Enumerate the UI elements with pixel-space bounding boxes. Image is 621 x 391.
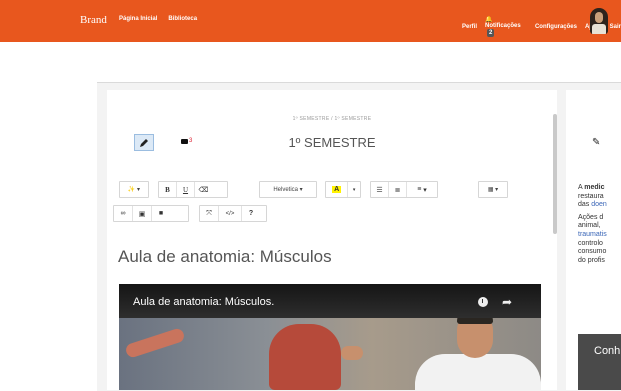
color-group: A ▾ — [325, 181, 361, 198]
preview-text-line: restaura — [578, 192, 604, 200]
share-icon[interactable]: ➦ — [502, 295, 512, 309]
thumbnail-hand — [341, 346, 363, 360]
preview-text-line: do profis — [578, 256, 605, 264]
color-dropdown-button[interactable]: ▾ — [348, 182, 360, 197]
code-icon: </> — [225, 210, 235, 217]
video-player[interactable]: Aula de anatomia: Músculos. ➦ — [119, 284, 541, 390]
nav-left: Página Inicial Biblioteca — [119, 16, 197, 22]
nav-settings-link[interactable]: Configurações — [535, 24, 577, 30]
breadcrumb: 1º SEMESTRE / 1º SEMESTRE — [292, 116, 372, 122]
preview-text-line: consumo — [578, 248, 607, 256]
font-family-select[interactable]: Helvetica ▾ — [259, 181, 317, 198]
preview-text-line: das — [578, 201, 592, 209]
notification-count-badge: 2 — [487, 29, 495, 37]
magic-wand-icon: ✨ — [127, 187, 136, 193]
nav-library-link[interactable]: Biblioteca — [168, 16, 197, 22]
view-group: ⤧ </> ? — [199, 205, 267, 222]
watch-later-icon[interactable] — [478, 297, 488, 307]
brand-logo[interactable]: Brand — [80, 14, 107, 26]
bullet-list-button[interactable]: ☰ — [371, 182, 389, 197]
bullet-list-icon: ☰ — [376, 186, 383, 194]
preview-link[interactable]: doen — [591, 201, 607, 208]
preview-text: A medic restaura das doen Ações d animal… — [578, 184, 621, 269]
avatar-face — [595, 12, 603, 23]
editor-scrollbar[interactable] — [553, 114, 557, 234]
text-format-group: B U ⌫ — [158, 181, 228, 198]
link-button[interactable]: ∞ — [114, 206, 133, 221]
thumbnail-anatomy-model — [269, 324, 341, 390]
preview-text-bold: medic — [584, 184, 605, 191]
numbered-list-icon: ≣ — [394, 186, 401, 194]
user-avatar[interactable] — [590, 8, 608, 34]
page-title: 1º SEMESTRE — [288, 135, 376, 150]
insert-group: ∞ ▣ ■ — [113, 205, 189, 222]
video-title[interactable]: Aula de anatomia: Músculos. — [133, 296, 274, 308]
preview-video[interactable] — [578, 334, 621, 390]
preview-text-line: Ações d — [578, 213, 604, 221]
font-family-value: Helvetica — [273, 186, 298, 193]
fullscreen-button[interactable]: ⤧ — [200, 206, 219, 221]
help-button[interactable]: ? — [242, 206, 260, 221]
eraser-button[interactable]: ⌫ — [195, 182, 212, 197]
nav-home-link[interactable]: Página Inicial — [119, 16, 157, 22]
nav-logout-link[interactable]: Sair — [610, 24, 621, 30]
avatar-shirt — [592, 24, 606, 34]
help-icon: ? — [248, 210, 254, 217]
top-navbar: Brand Página Inicial Biblioteca Perfil 🔔… — [0, 0, 621, 42]
preview-link[interactable]: traumatis — [578, 231, 607, 238]
magic-style-button[interactable]: ✨ ▾ — [119, 181, 149, 198]
align-icon: ≡ — [417, 186, 422, 193]
thumbnail-doctor-coat — [415, 354, 541, 390]
preview-paragraph-2: Ações d animal, traumatis controlo consu… — [578, 214, 621, 266]
table-button[interactable]: ▦ ▾ — [478, 181, 508, 198]
preview-paragraph-1: A medic restaura das doen — [578, 184, 621, 210]
image-button[interactable]: ▣ — [133, 206, 152, 221]
table-icon: ▦ — [487, 187, 494, 193]
content-title: Aula de anatomia: Músculos — [118, 247, 332, 266]
image-icon: ▣ — [138, 210, 146, 218]
underline-button[interactable]: U — [177, 182, 195, 197]
highlight-color-button[interactable]: A — [326, 182, 349, 197]
eraser-icon: ⌫ — [198, 186, 209, 194]
preview-video-title: Conh — [594, 345, 621, 357]
video-button[interactable]: ■ — [152, 206, 170, 221]
preview-text-line: animal, — [578, 222, 601, 230]
numbered-list-button[interactable]: ≣ — [389, 182, 407, 197]
nav-notifications-link[interactable]: 🔔 Notificações 2 — [485, 16, 527, 37]
align-dropdown-button[interactable]: ≡ ▾ — [407, 182, 437, 197]
paragraph-group: ☰ ≣ ≡ ▾ — [370, 181, 438, 198]
link-icon: ∞ — [120, 210, 126, 217]
bold-button[interactable]: B — [159, 182, 177, 197]
nav-profile-link[interactable]: Perfil — [462, 24, 477, 30]
preview-text-line: controlo — [578, 239, 603, 247]
preview-pencil-icon[interactable]: ✎ — [592, 137, 600, 148]
video-icon: ■ — [158, 210, 164, 217]
highlight-icon: A — [332, 186, 342, 193]
code-view-button[interactable]: </> — [219, 206, 242, 221]
fullscreen-icon: ⤧ — [206, 209, 212, 217]
editor-toolbar: ✨ ▾ B U ⌫ Helvetica ▾ A ▾ ☰ ≣ ≡ ▾ ▦ ▾ ∞ — [113, 181, 541, 235]
